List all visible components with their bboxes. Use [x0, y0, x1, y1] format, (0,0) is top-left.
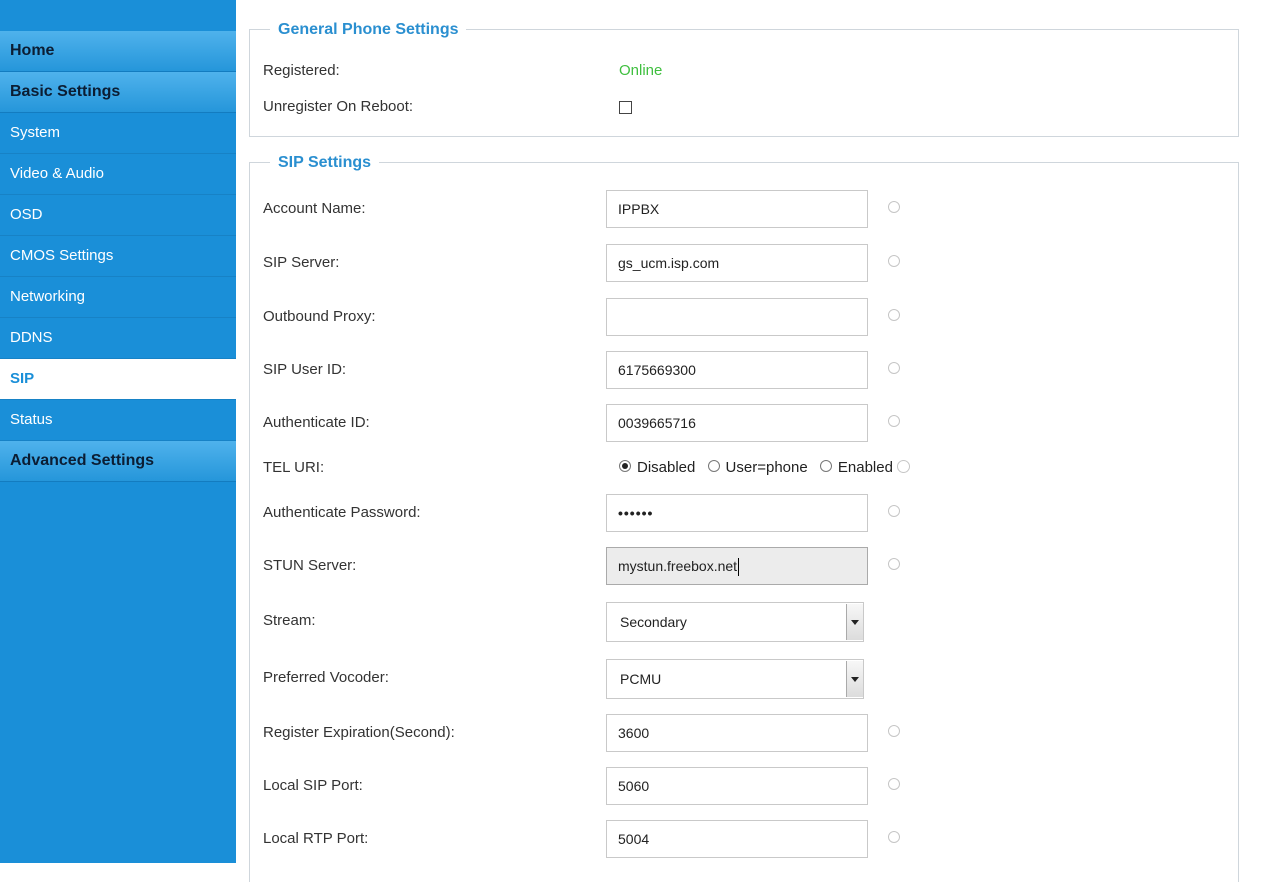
sidebar-item-networking[interactable]: Networking — [0, 277, 236, 318]
stream-label: Stream: — [263, 612, 316, 629]
info-icon[interactable] — [888, 201, 900, 213]
info-icon[interactable] — [888, 725, 900, 737]
registered-label: Registered: — [263, 62, 340, 79]
tel-uri-option-user-phone[interactable]: User=phone — [707, 459, 808, 476]
general-phone-settings-legend: General Phone Settings — [270, 19, 467, 41]
sidebar-item-advanced-settings[interactable]: Advanced Settings — [0, 441, 236, 482]
local-sip-port-label: Local SIP Port: — [263, 777, 363, 794]
sidebar-item-status[interactable]: Status — [0, 400, 236, 441]
sidebar-item-osd[interactable]: OSD — [0, 195, 236, 236]
dropdown-arrow-icon[interactable] — [846, 661, 863, 697]
sidebar-item-basic-settings[interactable]: Basic Settings — [0, 72, 236, 113]
info-icon[interactable] — [888, 505, 900, 517]
preferred-vocoder-label: Preferred Vocoder: — [263, 669, 389, 686]
info-icon[interactable] — [888, 362, 900, 374]
authenticate-id-label: Authenticate ID: — [263, 414, 370, 431]
preferred-vocoder-select[interactable]: PCMU — [606, 659, 864, 699]
tel-uri-label: TEL URI: — [263, 459, 325, 476]
unregister-on-reboot-checkbox[interactable] — [619, 101, 632, 114]
local-rtp-port-input[interactable]: 5004 — [606, 820, 868, 858]
authenticate-password-label: Authenticate Password: — [263, 504, 421, 521]
registered-status: Online — [619, 62, 663, 79]
info-icon[interactable] — [888, 778, 900, 790]
account-name-label: Account Name: — [263, 200, 366, 217]
info-icon[interactable] — [896, 459, 910, 473]
sip-settings-group: SIP Settings Account Name: IPPBX SIP Ser… — [249, 152, 1239, 882]
radio-icon — [707, 460, 720, 473]
sidebar-item-video-audio[interactable]: Video & Audio — [0, 154, 236, 195]
sip-user-id-label: SIP User ID: — [263, 361, 347, 378]
stream-select[interactable]: Secondary — [606, 602, 864, 642]
register-expiration-label: Register Expiration(Second): — [263, 724, 455, 741]
tel-uri-option-disabled[interactable]: Disabled — [619, 459, 695, 476]
info-icon[interactable] — [888, 831, 900, 843]
stream-selected-value: Secondary — [620, 614, 687, 630]
info-icon[interactable] — [888, 309, 900, 321]
vocoder-selected-value: PCMU — [620, 671, 662, 687]
sip-settings-legend: SIP Settings — [270, 152, 380, 174]
radio-icon — [819, 460, 832, 473]
info-icon[interactable] — [888, 255, 900, 267]
info-icon[interactable] — [888, 558, 900, 570]
sip-user-id-input[interactable]: 6175669300 — [606, 351, 868, 389]
tel-uri-option-enabled[interactable]: Enabled — [819, 459, 893, 476]
text-cursor — [738, 558, 740, 577]
sidebar-item-cmos-settings[interactable]: CMOS Settings — [0, 236, 236, 277]
sip-server-input[interactable]: gs_ucm.isp.com — [606, 244, 868, 282]
unregister-on-reboot-label: Unregister On Reboot: — [263, 98, 414, 115]
register-expiration-input[interactable]: 3600 — [606, 714, 868, 752]
outbound-proxy-label: Outbound Proxy: — [263, 308, 376, 325]
sidebar-item-system[interactable]: System — [0, 113, 236, 154]
authenticate-password-input[interactable]: •••••• — [606, 494, 868, 532]
info-icon[interactable] — [888, 415, 900, 427]
sidebar-nav: Home Basic Settings System Video & Audio… — [0, 0, 236, 863]
stun-server-input[interactable]: mystun.freebox.net — [606, 547, 868, 585]
sip-server-label: SIP Server: — [263, 254, 340, 271]
general-phone-settings-group: General Phone Settings Registered: Onlin… — [249, 19, 1239, 137]
radio-checked-icon — [619, 460, 631, 473]
sidebar-item-home[interactable]: Home — [0, 31, 236, 72]
stun-server-label: STUN Server: — [263, 557, 357, 574]
sidebar-top-strip — [0, 0, 236, 31]
sidebar-item-sip[interactable]: SIP — [0, 359, 236, 400]
authenticate-id-input[interactable]: 0039665716 — [606, 404, 868, 442]
outbound-proxy-input[interactable] — [606, 298, 868, 336]
tel-uri-option-label: Enabled — [837, 459, 893, 476]
dropdown-arrow-icon[interactable] — [846, 604, 863, 640]
tel-uri-option-label: User=phone — [725, 459, 808, 476]
local-sip-port-input[interactable]: 5060 — [606, 767, 868, 805]
stun-server-value: mystun.freebox.net — [618, 558, 738, 574]
tel-uri-radio-group: Disabled User=phone Enabled — [619, 452, 910, 484]
account-name-input[interactable]: IPPBX — [606, 190, 868, 228]
sidebar-item-ddns[interactable]: DDNS — [0, 318, 236, 359]
tel-uri-option-label: Disabled — [637, 459, 696, 476]
local-rtp-port-label: Local RTP Port: — [263, 830, 369, 847]
